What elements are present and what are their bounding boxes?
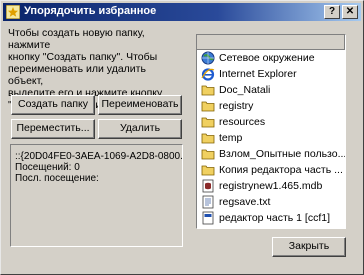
list-item[interactable]: Взлом_Опытные пользо... bbox=[197, 146, 345, 162]
list-item-label: Internet Explorer bbox=[219, 68, 297, 80]
favorites-list[interactable]: Сетевое окружение Internet Explorer Doc_… bbox=[196, 34, 346, 229]
folder-icon bbox=[201, 85, 215, 96]
list-header-bar bbox=[197, 35, 345, 50]
help-button[interactable]: ? bbox=[324, 5, 340, 19]
list-item[interactable]: редактор часть 1 [ссf1] bbox=[197, 210, 345, 226]
list-item-label: temp bbox=[219, 132, 243, 144]
delete-button[interactable]: Удалить bbox=[98, 119, 182, 139]
list-item-label: Сетевое окружение bbox=[219, 52, 315, 64]
favorites-star-icon bbox=[6, 5, 20, 19]
folder-icon bbox=[201, 149, 215, 160]
organize-favorites-dialog: Упорядочить избранное ? ✕ Чтобы создать … bbox=[0, 0, 364, 275]
list-item[interactable]: registry bbox=[197, 98, 345, 114]
list-item-label: registry bbox=[219, 100, 254, 112]
document-file-icon bbox=[202, 211, 214, 225]
folder-icon bbox=[201, 133, 215, 144]
list-item[interactable]: temp bbox=[197, 130, 345, 146]
list-item[interactable]: Копия редактора часть ... bbox=[197, 162, 345, 178]
title-bar[interactable]: Упорядочить избранное ? ✕ bbox=[3, 3, 361, 21]
list-item-label: Копия редактора часть ... bbox=[219, 164, 343, 176]
create-folder-button[interactable]: Создать папку bbox=[11, 95, 95, 115]
list-item-label: resources bbox=[219, 116, 266, 128]
item-name-text: ::{20D04FE0-3AEA-1069-A2D8-0800... bbox=[15, 151, 183, 162]
folder-icon bbox=[201, 117, 215, 128]
window-title: Упорядочить избранное bbox=[24, 5, 157, 17]
list-item-label: regsave.txt bbox=[219, 196, 271, 208]
list-item[interactable]: Internet Explorer bbox=[197, 66, 345, 82]
close-window-button[interactable]: ✕ bbox=[342, 5, 358, 19]
list-item[interactable]: registrynew1.465.mdb bbox=[197, 178, 345, 194]
list-item[interactable]: resources bbox=[197, 114, 345, 130]
close-button[interactable]: Закрыть bbox=[272, 237, 346, 257]
folder-icon bbox=[201, 101, 215, 112]
list-item[interactable]: regsave.txt bbox=[197, 194, 345, 210]
item-info-panel: ::{20D04FE0-3AEA-1069-A2D8-0800... Посещ… bbox=[10, 144, 183, 247]
list-item-label: Doc_Natali bbox=[219, 84, 271, 96]
database-file-icon bbox=[202, 179, 214, 193]
list-item-label: редактор часть 1 [ссf1] bbox=[219, 212, 331, 224]
text-file-icon bbox=[202, 195, 214, 209]
last-visit-text: Посл. посещение: bbox=[15, 173, 99, 184]
rename-button[interactable]: Переименовать bbox=[98, 95, 182, 115]
list-item[interactable]: Сетевое окружение bbox=[197, 50, 345, 66]
list-item-label: Взлом_Опытные пользо... bbox=[219, 148, 345, 160]
visits-count-text: Посещений: 0 bbox=[15, 162, 80, 173]
list-item-label: registrynew1.465.mdb bbox=[219, 180, 323, 192]
folder-icon bbox=[201, 165, 215, 176]
move-button[interactable]: Переместить... bbox=[11, 119, 95, 139]
list-item[interactable]: Doc_Natali bbox=[197, 82, 345, 98]
network-globe-icon bbox=[201, 51, 215, 65]
internet-explorer-icon bbox=[201, 68, 215, 81]
